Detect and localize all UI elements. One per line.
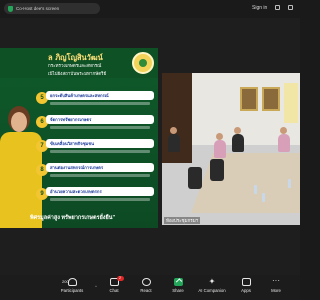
chat-badge: 2 (116, 276, 124, 281)
shared-slide: ล ภิญโญสินวัฒน์ กระทรวงเกษตรและสหกรณ์ เป… (0, 48, 158, 228)
policy-item: 8 สานต่องานสหกรณ์การเกษตร (36, 162, 154, 184)
slide-subtitle: กระทรวงเกษตรและสหกรณ์ (48, 63, 102, 68)
apps-icon (241, 278, 251, 286)
chat-icon: 2 (109, 276, 124, 286)
more-button[interactable]: ··· More (256, 276, 296, 298)
react-icon (141, 278, 151, 286)
meeting-table (191, 153, 300, 213)
policy-item: 6 จัดการทรัพยากรเกษตร (36, 114, 154, 136)
policy-text: อำนวยความสะดวกเกษตรกร (46, 187, 154, 196)
share-screen-icon (173, 278, 183, 286)
chat-label: Chat (109, 288, 119, 293)
policy-list: 5 ยกระดับสินค้าเกษตรและสหกรณ์ 6 จัดการทร… (36, 90, 154, 210)
top-bar: Co-Host dee's screen Sign in (0, 0, 300, 18)
portrait-frame (262, 87, 280, 111)
react-label: React (140, 288, 152, 293)
policy-text: จัดการทรัพยากรเกษตร (46, 115, 154, 124)
meeting-toolbar: 200 Participants ^ 2 Chat React Share ✦ … (0, 275, 300, 300)
viewing-screen-label: Co-Host dee's screen (16, 6, 60, 11)
participant-name: ห้องประชุมกรมฯ (164, 217, 201, 224)
ministry-emblem-icon (132, 52, 154, 74)
more-icon: ··· (272, 276, 280, 285)
participants-label: Participants (60, 288, 84, 293)
policy-text: ยกระดับสินค้าเกษตรและสหกรณ์ (46, 91, 154, 100)
participant-video[interactable]: ห้องประชุมกรมฯ (162, 73, 300, 225)
layout-icon[interactable] (275, 5, 280, 10)
participants-button[interactable]: 200 Participants (52, 278, 92, 298)
sparkle-icon: ✦ (208, 277, 216, 286)
ai-companion-label: AI Companion (198, 288, 226, 293)
more-label: More (271, 288, 281, 293)
portrait-frame (240, 87, 258, 111)
policy-item: 9 อำนวยความสะดวกเกษตรกร (36, 186, 154, 208)
fullscreen-icon[interactable] (288, 5, 293, 10)
share-label: Share (172, 288, 184, 293)
viewing-screen-pill[interactable]: Co-Host dee's screen (4, 3, 100, 14)
sign-in-link[interactable]: Sign in (252, 5, 267, 11)
shield-icon (8, 5, 13, 12)
policy-text: สานต่องานสหกรณ์การเกษตร (46, 163, 154, 172)
policy-item: 5 ยกระดับสินค้าเกษตรและสหกรณ์ (36, 90, 154, 112)
participants-count: 200 (62, 279, 69, 284)
slide-slogan: พิศรมูลค่าสูง ทรัพยากรเกษตรยั่งยืน" (30, 215, 116, 221)
policy-item: 7 ขับเคลื่อนวิสาหกิจชุมชน (36, 138, 154, 160)
policy-text: ขับเคลื่อนวิสาหกิจชุมชน (46, 139, 154, 148)
apps-label: Apps (241, 288, 251, 293)
slide-subtitle-2: เป้ไปยังสถาบันพระมหากษัตริย์ (48, 71, 107, 76)
flag (284, 83, 298, 123)
meeting-window: Co-Host dee's screen Sign in ล ภิญโญสินว… (0, 0, 300, 300)
